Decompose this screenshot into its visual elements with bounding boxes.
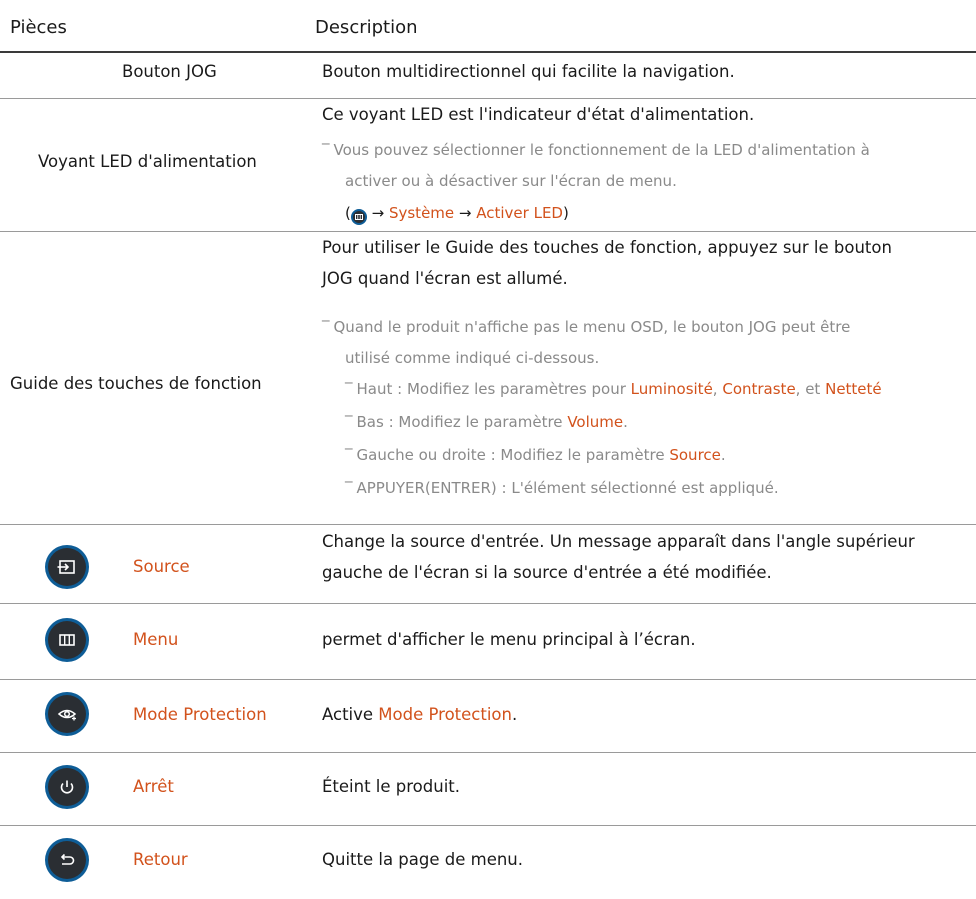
part-jog: Bouton JOG bbox=[122, 62, 217, 81]
desc-source-1: Change la source d'entrée. Un message ap… bbox=[322, 532, 915, 551]
back-icon bbox=[45, 838, 89, 882]
part-guide: Guide des touches de fonction bbox=[10, 374, 262, 393]
desc-jog: Bouton multidirectionnel qui facilite la… bbox=[322, 62, 735, 81]
header-divider bbox=[0, 51, 976, 53]
row-divider bbox=[0, 825, 976, 826]
menu-icon bbox=[350, 209, 367, 225]
desc-source-2: gauche de l'écran si la source d'entrée … bbox=[322, 563, 772, 582]
desc-led: Ce voyant LED est l'indicateur d'état d'… bbox=[322, 105, 755, 124]
link-activer-led: Activer LED bbox=[476, 204, 563, 222]
led-menu-path: ( → Système → Activer LED) bbox=[345, 204, 569, 225]
part-eye-saver: Mode Protection bbox=[133, 705, 267, 724]
note-guide-2: utilisé comme indiqué ci-dessous. bbox=[345, 349, 600, 367]
note-guide-up: ‾ Haut : Modifiez les paramètres pour Lum… bbox=[345, 380, 882, 398]
desc-eye-saver: Active Mode Protection. bbox=[322, 705, 518, 724]
note-guide-1: ‾ Quand le produit n'affiche pas le menu … bbox=[322, 318, 851, 336]
note-led-1: ‾ Vous pouvez sélectionner le fonctionnem… bbox=[322, 141, 870, 159]
row-divider bbox=[0, 231, 976, 232]
menu-icon bbox=[45, 618, 89, 662]
note-guide-leftright: ‾ Gauche ou droite : Modifiez le paramètr… bbox=[345, 446, 726, 464]
eye-saver-icon bbox=[45, 692, 89, 736]
header-parts: Pièces bbox=[10, 17, 67, 38]
desc-guide-1: Pour utiliser le Guide des touches de fo… bbox=[322, 238, 892, 257]
desc-menu: permet d'afficher le menu principal à l’… bbox=[322, 630, 696, 649]
note-guide-down: ‾ Bas : Modifiez le paramètre Volume. bbox=[345, 413, 628, 431]
note-led-2: activer ou à désactiver sur l'écran de m… bbox=[345, 172, 677, 190]
row-divider bbox=[0, 524, 976, 525]
desc-power: Éteint le produit. bbox=[322, 777, 461, 796]
header-description: Description bbox=[315, 17, 418, 38]
link-systeme: Système bbox=[388, 204, 455, 222]
part-led: Voyant LED d'alimentation bbox=[38, 152, 257, 171]
desc-back: Quitte la page de menu. bbox=[322, 850, 524, 869]
row-divider bbox=[0, 98, 976, 99]
part-menu: Menu bbox=[133, 630, 179, 649]
part-power: Arrêt bbox=[133, 777, 174, 796]
desc-guide-2: JOG quand l'écran est allumé. bbox=[322, 269, 568, 288]
row-divider bbox=[0, 752, 976, 753]
row-divider bbox=[0, 679, 976, 680]
power-icon bbox=[45, 765, 89, 809]
source-icon bbox=[45, 545, 89, 589]
note-guide-press: ‾ APPUYER(ENTRER) : L'élément sélectionné… bbox=[345, 479, 779, 497]
part-source: Source bbox=[133, 557, 190, 576]
part-back: Retour bbox=[133, 850, 188, 869]
row-divider bbox=[0, 603, 976, 604]
